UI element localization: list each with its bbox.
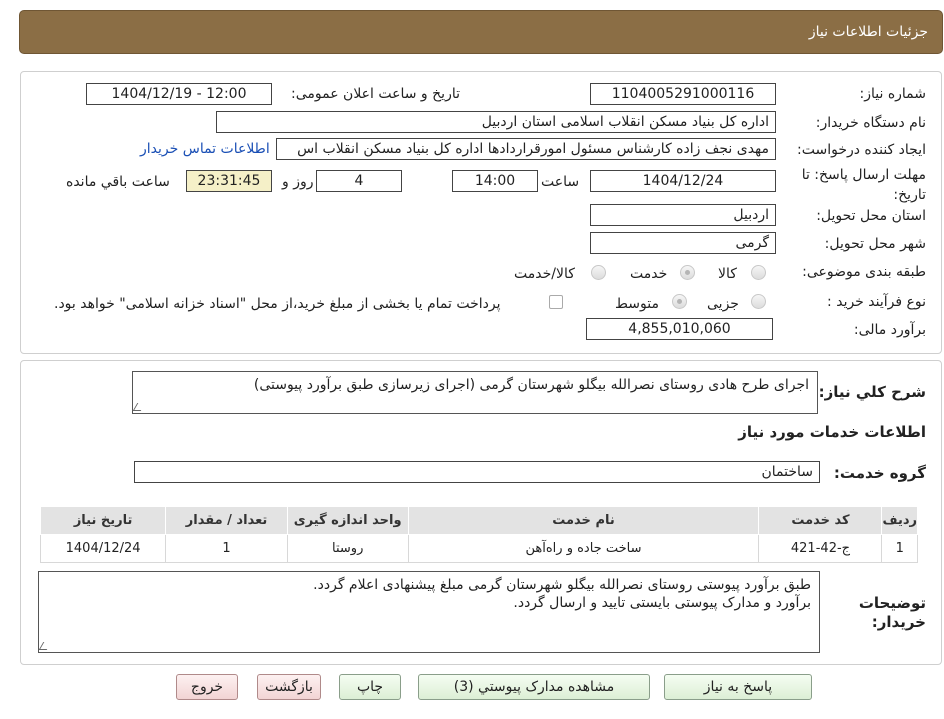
resize-grip-icon[interactable] [132, 403, 146, 411]
category-goods-service-radio[interactable] [591, 265, 606, 280]
buyer-contact-link[interactable]: اطلاعات تماس خریدار [140, 141, 270, 157]
category-goods-label: کالا [718, 266, 737, 282]
purchase-medium-label: متوسط [615, 296, 659, 312]
remaining-time-field: 23:31:45 [186, 170, 272, 192]
col-need-date: تاریخ نیاز [39, 506, 167, 535]
buyer-notes-textbox[interactable]: طبق برآورد پیوستی روستای نصرالله بیگلو ش… [38, 571, 820, 653]
col-row-number: ردیف [881, 506, 918, 535]
buyer-notes-label-line1: توضیحات [858, 594, 926, 612]
city-field: گرمی [590, 232, 776, 254]
province-label: استان محل تحویل: [816, 208, 926, 224]
cell-service-name: ساخت جاده و راه‌آهن [407, 534, 760, 563]
purchase-minor-label: جزیی [707, 296, 739, 312]
category-goods-radio[interactable] [751, 265, 766, 280]
exit-button[interactable]: خروج [176, 674, 238, 700]
buyer-notes-label-line2: خریدار: [871, 613, 926, 631]
category-service-radio[interactable] [680, 265, 695, 280]
page-title: جزئیات اطلاعات نیاز [808, 24, 928, 40]
service-group-label: گروه خدمت: [833, 464, 926, 482]
page-header: جزئیات اطلاعات نیاز [19, 10, 943, 54]
city-label: شهر محل تحویل: [824, 236, 926, 252]
service-group-field: ساختمان [134, 461, 820, 483]
buyer-org-label: نام دستگاه خریدار: [815, 115, 926, 131]
days-remaining-field: 4 [316, 170, 402, 192]
category-goods-service-label: کالا/خدمت [514, 266, 575, 282]
requester-field: مهدی نجف زاده کارشناس مسئول امورقرارداده… [276, 138, 776, 160]
purchase-type-label: نوع فرآیند خرید : [827, 294, 926, 310]
col-service-code: کد خدمت [758, 506, 883, 535]
services-table: ردیف کد خدمت نام خدمت واحد اندازه گیری ت… [39, 506, 918, 563]
col-service-name: نام خدمت [407, 506, 760, 535]
purchase-medium-radio[interactable] [672, 294, 687, 309]
view-attachments-button[interactable]: مشاهده مدارک پیوستي (3) [418, 674, 650, 700]
buyer-notes-line2: برآورد و مدارک پیوستی بایستی تایید و ارس… [513, 595, 811, 611]
need-number-field: 1104005291000116 [590, 83, 776, 105]
announce-datetime-label: تاریخ و ساعت اعلان عمومی: [291, 86, 460, 102]
purchase-minor-radio[interactable] [751, 294, 766, 309]
deadline-label: مهلت ارسال پاسخ: تا تاریخ: [801, 167, 926, 203]
remaining-time-label: ساعت باقي مانده [66, 174, 170, 190]
cell-quantity: 1 [165, 534, 288, 563]
deadline-time-label: ساعت [541, 174, 580, 190]
table-row: 1 ج-42-421 ساخت جاده و راه‌آهن روستا 1 1… [39, 534, 918, 563]
print-button[interactable]: چاپ [339, 674, 401, 700]
cell-service-code: ج-42-421 [758, 534, 883, 563]
description-label: شرح كلي نياز: [818, 383, 926, 401]
budget-label: برآورد مالی: [853, 322, 926, 338]
province-field: اردبیل [590, 204, 776, 226]
deadline-time-field: 14:00 [452, 170, 538, 192]
resize-grip-icon[interactable] [38, 642, 52, 650]
reply-button[interactable]: پاسخ به نیاز [664, 674, 812, 700]
requester-label: ایجاد کننده درخواست: [797, 142, 926, 158]
need-number-label: شماره نیاز: [859, 86, 927, 102]
announce-datetime-field: 1404/12/19 - 12:00 [86, 83, 272, 105]
col-unit: واحد اندازه گیری [286, 506, 409, 535]
buyer-notes-line1: طبق برآورد پیوستی روستای نصرالله بیگلو ش… [313, 577, 811, 593]
cell-need-date: 1404/12/24 [39, 534, 167, 563]
description-textbox[interactable]: اجرای طرح هادی روستای نصرالله بیگلو شهرس… [132, 371, 818, 414]
treasury-note: پرداخت تمام یا بخشی از مبلغ خرید،از محل … [54, 296, 501, 312]
category-label: طبقه بندی موضوعی: [802, 264, 926, 280]
budget-field: 4,855,010,060 [586, 318, 773, 340]
deadline-date-field: 1404/12/24 [590, 170, 776, 192]
cell-unit: روستا [286, 534, 409, 563]
description-text: اجرای طرح هادی روستای نصرالله بیگلو شهرس… [253, 377, 809, 393]
back-button[interactable]: بازگشت [257, 674, 321, 700]
buyer-org-field: اداره کل بنیاد مسکن انقلاب اسلامی استان … [216, 111, 776, 133]
cell-row-number: 1 [881, 534, 918, 563]
days-label: روز و [282, 174, 314, 190]
col-quantity: تعداد / مقدار [165, 506, 288, 535]
services-heading: اطلاعات خدمات مورد نیاز [738, 423, 926, 441]
table-header-row: ردیف کد خدمت نام خدمت واحد اندازه گیری ت… [39, 506, 918, 535]
treasury-checkbox[interactable] [549, 295, 563, 309]
category-service-label: خدمت [630, 266, 668, 282]
